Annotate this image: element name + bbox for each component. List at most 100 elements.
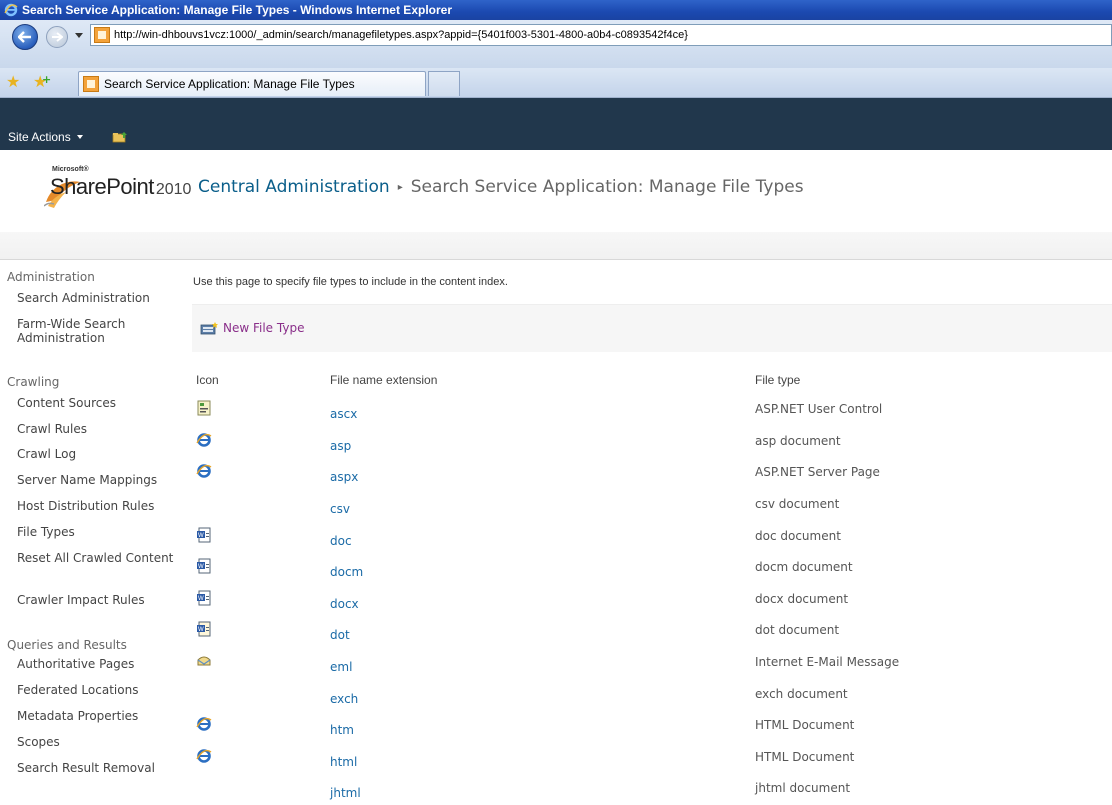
email-icon (197, 656, 211, 666)
file-extension-link[interactable]: exch (330, 692, 358, 706)
column-header-file-type[interactable]: File type (755, 373, 800, 387)
file-extension-link[interactable]: jhtml (330, 786, 361, 800)
file-type-label: doc document (755, 529, 841, 543)
list-toolbar: New File Type (192, 304, 1112, 352)
file-type-label: jhtml document (755, 781, 851, 795)
file-extension-link[interactable]: eml (330, 660, 352, 674)
file-extension-link[interactable]: docm (330, 565, 363, 579)
page-title: Search Service Application: Manage File … (410, 177, 804, 197)
svg-text:W: W (198, 627, 204, 633)
file-extension-link[interactable]: doc (330, 534, 352, 548)
back-button[interactable] (12, 24, 38, 50)
file-extension-link[interactable]: ascx (330, 407, 357, 421)
file-type-label: csv document (755, 497, 840, 511)
column-header-icon: Icon (196, 373, 219, 387)
ie-icon (196, 749, 212, 763)
nav-item-crawler-impact-rules[interactable]: Crawler Impact Rules (17, 593, 181, 607)
breadcrumb-central-admin[interactable]: Central Administration (198, 177, 390, 197)
control-icon (197, 400, 211, 416)
new-tab-button[interactable] (428, 71, 460, 96)
table-row: aspx ASP.NET Server Page (192, 461, 1112, 492)
address-row: http://win-dhbouvs1vcz:1000/_admin/searc… (0, 20, 1112, 68)
forward-arrow-icon (52, 32, 63, 42)
table-row: ascx ASP.NET User Control (192, 398, 1112, 429)
word-docx-icon: W (197, 590, 211, 606)
table-row: html HTML Document (192, 746, 1112, 777)
file-type-label: Internet E-Mail Message (755, 655, 900, 669)
table-row: csv csv document (192, 493, 1112, 524)
tab-title: Search Service Application: Manage File … (104, 77, 355, 91)
nav-item-search-administration[interactable]: Search Administration (17, 291, 181, 305)
breadcrumb-separator-icon: ▸ (397, 181, 403, 193)
nav-item-scopes[interactable]: Scopes (17, 735, 181, 749)
table-row: htm HTML Document (192, 714, 1112, 745)
file-extension-link[interactable]: dot (330, 628, 350, 642)
nav-item-authoritative-pages[interactable]: Authoritative Pages (17, 657, 181, 671)
navigate-up-folder-icon[interactable] (112, 131, 128, 143)
nav-item-content-sources[interactable]: Content Sources (17, 396, 181, 410)
window-title-bar: Search Service Application: Manage File … (0, 0, 1112, 20)
svg-text:W: W (198, 533, 204, 539)
site-actions-label: Site Actions (8, 130, 71, 144)
nav-item-reset-all-crawled-content[interactable]: Reset All Crawled Content (17, 551, 181, 565)
ie-icon (196, 433, 212, 447)
table-row: eml Internet E-Mail Message (192, 651, 1112, 682)
word-dot-icon: W (197, 621, 211, 637)
file-extension-link[interactable]: docx (330, 597, 359, 611)
logo-product: SharePoint 2010 (50, 174, 191, 200)
file-extension-link[interactable]: asp (330, 439, 351, 453)
new-file-type-label: New File Type (223, 321, 305, 335)
file-extension-link[interactable]: htm (330, 723, 354, 737)
new-file-type-button[interactable]: New File Type (200, 321, 304, 335)
table-row: asp asp document (192, 430, 1112, 461)
nav-item-file-types[interactable]: File Types (17, 525, 181, 539)
address-bar[interactable]: http://win-dhbouvs1vcz:1000/_admin/searc… (90, 24, 1112, 46)
file-extension-link[interactable]: aspx (330, 470, 358, 484)
nav-item-federated-locations[interactable]: Federated Locations (17, 683, 181, 697)
top-link-bar (0, 232, 1112, 260)
nav-heading-administration[interactable]: Administration (7, 270, 95, 284)
ribbon: Site Actions (0, 98, 1112, 150)
nav-item-server-name-mappings[interactable]: Server Name Mappings (17, 473, 181, 487)
file-type-label: ASP.NET User Control (755, 402, 883, 416)
forward-button[interactable] (46, 26, 68, 48)
nav-item-search-result-removal[interactable]: Search Result Removal (17, 761, 181, 775)
main-content: Use this page to specify file types to i… (184, 262, 1112, 805)
nav-item-crawl-rules[interactable]: Crawl Rules (17, 422, 181, 436)
logo-brand: Microsoft® (52, 166, 89, 173)
address-url[interactable]: http://win-dhbouvs1vcz:1000/_admin/searc… (114, 29, 688, 41)
nav-heading-queries-and-results[interactable]: Queries and Results (7, 638, 127, 652)
new-item-icon (200, 322, 218, 335)
chevron-down-icon (76, 135, 83, 139)
site-actions-menu[interactable]: Site Actions (8, 130, 83, 144)
nav-heading-crawling[interactable]: Crawling (7, 375, 59, 389)
file-type-label: docx document (755, 592, 849, 606)
svg-text:W: W (198, 596, 204, 602)
back-arrow-icon (18, 31, 31, 43)
table-row: jhtml jhtml document (192, 777, 1112, 805)
ie-logo-icon (4, 3, 18, 17)
table-row: exch exch document (192, 683, 1112, 714)
nav-item-crawl-log[interactable]: Crawl Log (17, 447, 181, 461)
favorites-star-icon[interactable]: ★ (6, 73, 20, 91)
table-row: W dot dot document (192, 619, 1112, 650)
sharepoint-favicon-icon (94, 27, 110, 43)
browser-tab[interactable]: Search Service Application: Manage File … (78, 71, 426, 96)
nav-item-farm-wide-search-administration[interactable]: Farm-Wide Search Administration (17, 317, 181, 345)
nav-item-host-distribution-rules[interactable]: Host Distribution Rules (17, 499, 181, 513)
history-dropdown-icon[interactable] (75, 33, 83, 38)
file-extension-link[interactable]: html (330, 755, 357, 769)
sharepoint-favicon-icon (83, 76, 99, 92)
file-extension-link[interactable]: csv (330, 502, 350, 516)
tab-row: ★ ★ + Search Service Application: Manage … (0, 68, 1112, 98)
ie-icon (196, 464, 212, 478)
file-type-label: docm document (755, 560, 853, 574)
word-doc-icon: W (197, 527, 211, 543)
add-favorite-icon[interactable]: ★ + (33, 73, 51, 91)
title-area: Microsoft® SharePoint 2010 Central Admini… (0, 150, 1112, 232)
file-type-label: dot document (755, 623, 840, 637)
breadcrumb: Central Administration ▸ Search Service … (198, 177, 804, 197)
window-title: Search Service Application: Manage File … (22, 3, 452, 17)
column-header-extension[interactable]: File name extension (330, 373, 437, 387)
nav-item-metadata-properties[interactable]: Metadata Properties (17, 709, 181, 723)
